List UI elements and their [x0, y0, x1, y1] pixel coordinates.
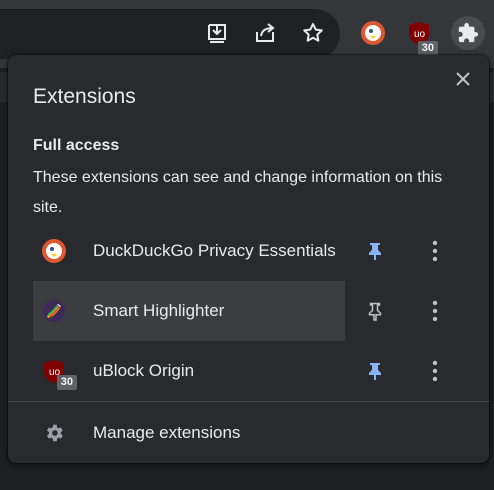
ublock-badge: 30 — [417, 41, 438, 56]
extension-row-ublock-origin[interactable]: uo 30 uBlock Origin — [33, 341, 345, 401]
manage-extensions-button[interactable]: Manage extensions — [33, 413, 473, 453]
extensions-popup: Extensions Full access These extensions … — [8, 55, 489, 463]
extension-name: Smart Highlighter — [93, 301, 225, 320]
share-icon[interactable] — [248, 16, 282, 50]
gear-icon — [33, 412, 75, 454]
download-icon[interactable] — [200, 16, 234, 50]
pin-icon — [369, 363, 381, 380]
more-vert-icon — [432, 360, 438, 382]
extensions-puzzle-icon[interactable] — [451, 16, 485, 50]
section-heading: Full access — [33, 137, 120, 154]
close-icon — [456, 72, 470, 86]
extension-name: DuckDuckGo Privacy Essentials — [93, 241, 336, 260]
duckduckgo-icon — [33, 230, 75, 272]
ublock-badge: 30 — [56, 375, 77, 390]
highlighter-icon — [33, 290, 75, 332]
duckduckgo-extension-icon[interactable] — [356, 16, 390, 50]
manage-extensions-label: Manage extensions — [93, 423, 241, 442]
extension-row-smart-highlighter[interactable]: Smart Highlighter — [33, 281, 345, 341]
extension-row-duckduckgo[interactable]: DuckDuckGo Privacy Essentials — [33, 221, 345, 281]
more-options-button-ublock-origin[interactable] — [422, 358, 448, 384]
pin-icon — [369, 243, 381, 260]
more-vert-icon — [432, 240, 438, 262]
pin-outline-icon — [368, 302, 382, 321]
more-options-button-smart-highlighter[interactable] — [422, 298, 448, 324]
more-options-button-duckduckgo[interactable] — [422, 238, 448, 264]
svg-text:uo: uo — [414, 29, 426, 40]
extension-name: uBlock Origin — [93, 361, 195, 380]
pin-button-ublock-origin[interactable] — [362, 358, 388, 384]
star-icon[interactable] — [296, 16, 330, 50]
ublock-extension-icon[interactable]: uo 30 — [402, 16, 438, 56]
popup-title: Extensions — [33, 85, 136, 108]
section-description: These extensions can see and change info… — [33, 169, 443, 216]
pin-button-smart-highlighter[interactable] — [362, 298, 388, 324]
pin-button-duckduckgo[interactable] — [362, 238, 388, 264]
ublock-icon: uo 30 — [33, 350, 77, 392]
close-button[interactable] — [451, 67, 475, 91]
divider — [8, 401, 489, 402]
more-vert-icon — [432, 300, 438, 322]
address-bar[interactable] — [0, 9, 340, 59]
